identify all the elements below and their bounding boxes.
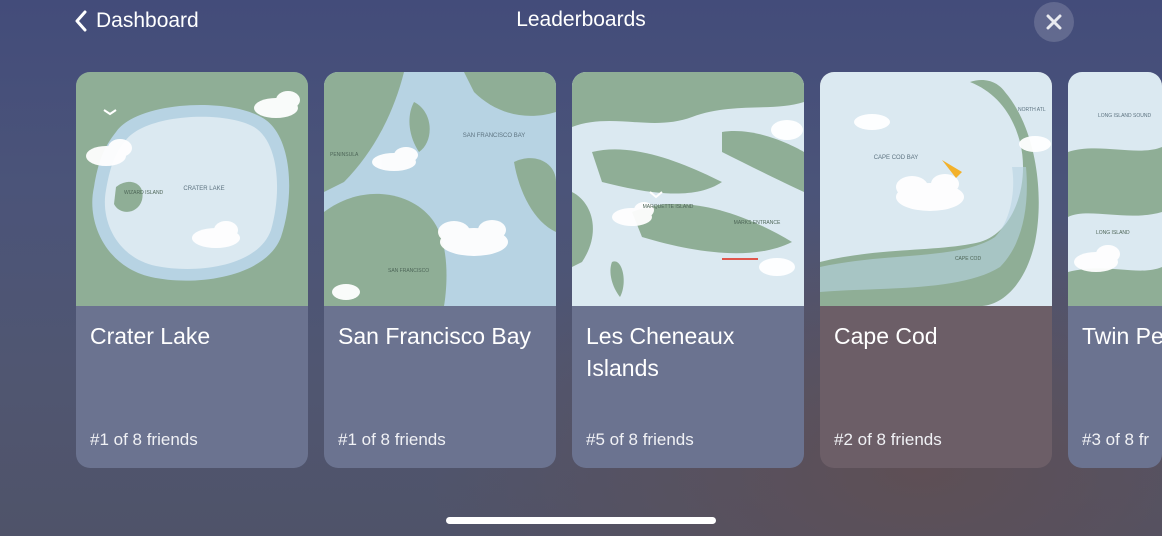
map-label: MARKS ENTRANCE: [734, 220, 781, 226]
leaderboard-card-crater-lake[interactable]: CRATER LAKE WIZARD ISLAND Crater Lake #1…: [76, 72, 308, 468]
map-label: CAPE COD: [955, 256, 982, 262]
page-title: Leaderboards: [516, 8, 646, 31]
map-thumbnail-les-cheneaux-islands: MARQUETTE ISLAND MARKS ENTRANCE: [572, 72, 804, 306]
close-button[interactable]: [1034, 2, 1074, 42]
card-title: Crater Lake: [90, 323, 211, 349]
card-rank: #5 of 8 friends: [586, 430, 694, 449]
card-title: San Francisco Bay: [338, 323, 532, 349]
card-title: Twin Pe: [1082, 323, 1162, 349]
map-label: CAPE COD BAY: [874, 155, 919, 161]
card-title: Les Cheneaux Islands: [586, 323, 735, 381]
map-label: PENINSULA: [330, 152, 359, 158]
map-label: LONG ISLAND SOUND: [1098, 113, 1151, 119]
map-label: WIZARD ISLAND: [124, 190, 164, 196]
map-label: NORTH ATL: [1018, 107, 1046, 113]
map-thumbnail-cape-cod: CAPE COD BAY NORTH ATL CAPE COD: [820, 72, 1052, 306]
leaderboard-card-les-cheneaux-islands[interactable]: MARQUETTE ISLAND MARKS ENTRANCE Les Chen…: [572, 72, 804, 468]
card-rank: #2 of 8 friends: [834, 430, 942, 449]
map-label: CRATER LAKE: [183, 186, 224, 192]
card-title: Cape Cod: [834, 323, 938, 349]
leaderboard-card-list[interactable]: CRATER LAKE WIZARD ISLAND Crater Lake #1…: [76, 72, 1162, 468]
leaderboard-card-twin-peaks[interactable]: LONG ISLAND SOUND LONG ISLAND Twin Pe #3…: [1068, 72, 1162, 468]
card-rank: #3 of 8 fr: [1082, 430, 1150, 449]
map-label: SAN FRANCISCO: [388, 268, 429, 274]
map-label: LONG ISLAND: [1096, 230, 1130, 236]
card-rank: #1 of 8 friends: [90, 430, 198, 449]
home-indicator[interactable]: [446, 517, 716, 524]
map-thumbnail-twin-peaks: LONG ISLAND SOUND LONG ISLAND: [1068, 72, 1162, 306]
leaderboard-card-cape-cod[interactable]: CAPE COD BAY NORTH ATL CAPE COD Cape Cod…: [820, 72, 1052, 468]
map-thumbnail-san-francisco-bay: SAN FRANCISCO BAY PENINSULA SAN FRANCISC…: [324, 72, 556, 306]
map-label: SAN FRANCISCO BAY: [463, 133, 526, 139]
card-rank: #1 of 8 friends: [338, 430, 446, 449]
map-label: MARQUETTE ISLAND: [643, 204, 694, 210]
close-icon: [1046, 14, 1062, 30]
top-bar: Dashboard Leaderboards: [0, 0, 1162, 44]
map-thumbnail-crater-lake: CRATER LAKE WIZARD ISLAND: [76, 72, 308, 306]
leaderboard-card-san-francisco-bay[interactable]: SAN FRANCISCO BAY PENINSULA SAN FRANCISC…: [324, 72, 556, 468]
